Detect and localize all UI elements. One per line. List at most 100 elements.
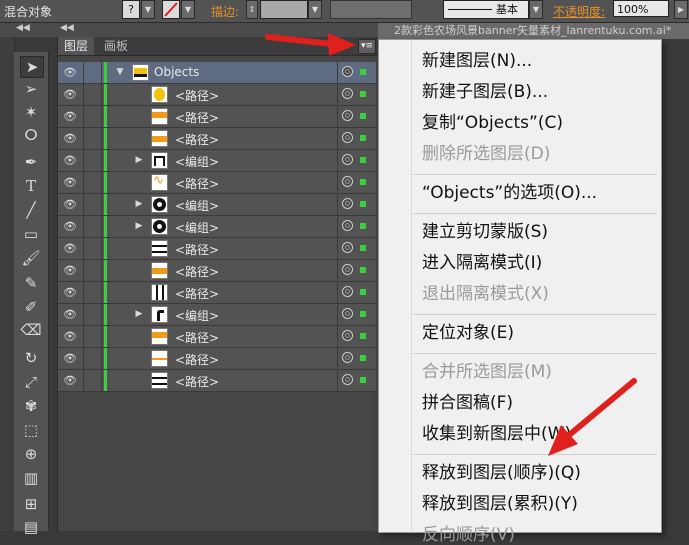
selection-square-icon[interactable] xyxy=(360,377,366,383)
menu-item[interactable]: 新建图层(N)... xyxy=(422,46,532,71)
sublayer-row[interactable]: 👁 <路径> xyxy=(58,128,376,150)
selection-square-icon[interactable] xyxy=(360,289,366,295)
target-circle-icon[interactable] xyxy=(342,220,353,231)
paintbrush-tool-icon[interactable]: 🖌 xyxy=(20,248,42,268)
collapse-panel-icon[interactable]: ◀◀ xyxy=(60,23,74,33)
target-circle-icon[interactable] xyxy=(342,88,353,99)
menu-item[interactable]: 新建子图层(B)... xyxy=(422,77,548,102)
target-circle-icon[interactable] xyxy=(342,110,353,121)
type-tool-icon[interactable]: T xyxy=(20,176,42,196)
target-circle-icon[interactable] xyxy=(342,242,353,253)
target-circle-icon[interactable] xyxy=(342,352,353,363)
visibility-eye-icon[interactable]: 👁 xyxy=(63,176,77,189)
selection-square-icon[interactable] xyxy=(360,267,366,273)
visibility-eye-icon[interactable]: 👁 xyxy=(63,308,77,321)
menu-item[interactable]: 拼合图稿(F) xyxy=(422,388,513,413)
rectangle-tool-icon[interactable]: ▭ xyxy=(20,224,42,244)
stroke-color-dropdown[interactable]: ▼ xyxy=(181,0,195,19)
sublayer-row[interactable]: 👁 <路径> xyxy=(58,238,376,260)
menu-item[interactable]: “Objects”的选项(O)... xyxy=(422,178,597,203)
sublayer-row[interactable]: 👁 <路径> xyxy=(58,326,376,348)
stroke-swatch[interactable] xyxy=(162,0,180,19)
sublayer-row[interactable]: 👁 ▶ <编组> xyxy=(58,150,376,172)
shape-builder-tool-icon[interactable]: ⊕ xyxy=(20,444,42,464)
sublayer-row[interactable]: 👁 ▶ <编组> xyxy=(58,216,376,238)
menu-item[interactable]: 释放到图层(累积)(Y) xyxy=(422,489,578,514)
fill-dropdown[interactable]: ▼ xyxy=(141,0,155,19)
document-tab[interactable]: 2款彩色农场风景banner矢量素材_lanrentuku.com.ai* xyxy=(378,23,689,39)
menu-item[interactable]: 复制“Objects”(C) xyxy=(422,108,563,133)
line-tool-icon[interactable]: ╱ xyxy=(20,200,42,220)
target-circle-icon[interactable] xyxy=(342,330,353,341)
visibility-eye-icon[interactable]: 👁 xyxy=(63,154,77,167)
sublayer-row[interactable]: 👁 <路径> xyxy=(58,282,376,304)
selection-square-icon[interactable] xyxy=(360,201,366,207)
stroke-weight-dropdown[interactable]: ▼ xyxy=(308,0,322,19)
expand-down-icon[interactable]: ▼ xyxy=(115,66,125,78)
sublayer-row[interactable]: 👁 <路径> xyxy=(58,106,376,128)
opacity-dropdown[interactable]: ▶ xyxy=(674,0,688,19)
target-circle-icon[interactable] xyxy=(342,264,353,275)
visibility-eye-icon[interactable]: 👁 xyxy=(63,330,77,343)
stroke-style-dropdown[interactable]: ▼ xyxy=(529,0,543,19)
visibility-eye-icon[interactable]: 👁 xyxy=(63,198,77,211)
target-circle-icon[interactable] xyxy=(342,154,353,165)
selection-square-icon[interactable] xyxy=(360,69,366,75)
scale-tool-icon[interactable]: ⤢ xyxy=(20,372,42,392)
selection-square-icon[interactable] xyxy=(360,245,366,251)
selection-square-icon[interactable] xyxy=(360,91,366,97)
menu-item[interactable]: 建立剪切蒙版(S) xyxy=(422,217,548,242)
expand-right-icon[interactable]: ▶ xyxy=(134,198,144,210)
menu-item[interactable]: 进入隔离模式(I) xyxy=(422,248,542,273)
sublayer-row[interactable]: 👁 <路径> xyxy=(58,348,376,370)
target-circle-icon[interactable] xyxy=(342,308,353,319)
layer-row-objects[interactable]: 👁 ▼ Objects xyxy=(58,62,376,84)
column-graph-tool-icon[interactable]: ▥ xyxy=(20,468,42,488)
selection-square-icon[interactable] xyxy=(360,333,366,339)
opacity-label[interactable]: 不透明度: xyxy=(553,3,605,20)
stroke-style-select[interactable]: 基本 xyxy=(443,0,529,19)
variable-width-profile[interactable] xyxy=(330,0,412,19)
selection-square-icon[interactable] xyxy=(360,311,366,317)
target-circle-icon[interactable] xyxy=(342,198,353,209)
selection-square-icon[interactable] xyxy=(360,157,366,163)
selection-square-icon[interactable] xyxy=(360,135,366,141)
gradient-tool-icon[interactable]: ▤ xyxy=(20,517,42,537)
magic-wand-tool-icon[interactable]: ✶ xyxy=(20,102,42,122)
expand-right-icon[interactable]: ▶ xyxy=(134,154,144,166)
visibility-eye-icon[interactable]: 👁 xyxy=(63,110,77,123)
panel-menu-icon[interactable]: ▾≡ xyxy=(358,39,376,54)
stroke-label[interactable]: 描边: xyxy=(211,3,239,20)
visibility-eye-icon[interactable]: 👁 xyxy=(63,242,77,255)
selection-square-icon[interactable] xyxy=(360,355,366,361)
mesh-tool-icon[interactable]: ⊞ xyxy=(20,494,42,514)
target-circle-icon[interactable] xyxy=(342,176,353,187)
stroke-weight-input[interactable] xyxy=(260,0,308,19)
target-circle-icon[interactable] xyxy=(342,132,353,143)
lasso-tool-icon[interactable]: ⵔ xyxy=(20,125,42,145)
visibility-eye-icon[interactable]: 👁 xyxy=(63,220,77,233)
selection-square-icon[interactable] xyxy=(360,223,366,229)
visibility-eye-icon[interactable]: 👁 xyxy=(63,88,77,101)
target-circle-icon[interactable] xyxy=(342,374,353,385)
pencil-tool-icon[interactable]: ✎ xyxy=(20,273,42,293)
opacity-input[interactable]: 100% xyxy=(613,0,669,17)
collapse-icon[interactable]: ◀◀ xyxy=(16,23,30,33)
target-circle-icon[interactable] xyxy=(342,286,353,297)
tab-artboards[interactable]: 画板 xyxy=(98,37,134,55)
sublayer-row[interactable]: 👁 <路径> xyxy=(58,370,376,392)
menu-item[interactable]: 收集到新图层中(W) xyxy=(422,419,571,444)
visibility-eye-icon[interactable]: 👁 xyxy=(63,374,77,387)
menu-item[interactable]: 定位对象(E) xyxy=(422,318,514,343)
selection-tool-icon[interactable]: ➤ xyxy=(20,56,44,78)
direct-selection-tool-icon[interactable]: ➢ xyxy=(20,79,42,99)
sublayer-row[interactable]: 👁 ▶ <编组> xyxy=(58,194,376,216)
visibility-eye-icon[interactable]: 👁 xyxy=(63,264,77,277)
expand-right-icon[interactable]: ▶ xyxy=(134,308,144,320)
selection-square-icon[interactable] xyxy=(360,113,366,119)
warp-tool-icon[interactable]: ✾ xyxy=(20,396,42,416)
pen-tool-icon[interactable]: ✒ xyxy=(20,152,42,172)
expand-right-icon[interactable]: ▶ xyxy=(134,220,144,232)
tab-layers[interactable]: 图层 xyxy=(58,37,95,55)
fill-swatch[interactable]: ? xyxy=(122,0,140,19)
